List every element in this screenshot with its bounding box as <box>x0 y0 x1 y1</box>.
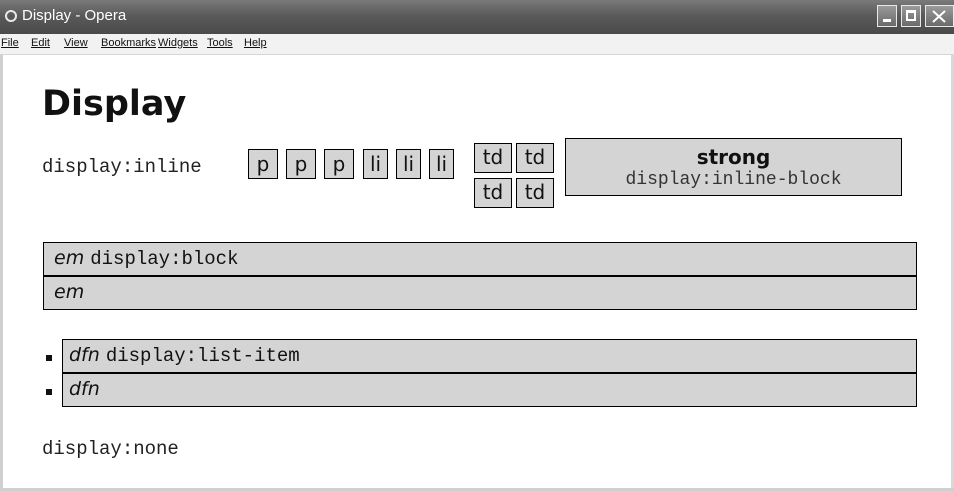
em-tag: em <box>54 247 85 269</box>
strong-label: strong <box>696 145 771 169</box>
inline-block-box: strong display:inline-block <box>565 138 902 196</box>
maximize-button[interactable] <box>901 5 921 27</box>
none-label: display:none <box>42 438 179 460</box>
td-cell: td <box>474 143 512 173</box>
menu-tools[interactable]: Tools <box>207 37 233 49</box>
menu-edit[interactable]: Edit <box>31 37 50 49</box>
li-box: li <box>396 149 421 179</box>
block-label: display:block <box>90 248 239 270</box>
bullet-icon <box>46 389 52 395</box>
p-box: p <box>248 149 278 179</box>
inline-label: display:inline <box>42 156 202 178</box>
li-box: li <box>429 149 454 179</box>
menu-bookmarks[interactable]: Bookmarks <box>101 37 156 49</box>
em-tag: em <box>54 281 85 303</box>
p-box: p <box>286 149 316 179</box>
bullet-icon <box>46 355 52 361</box>
menu-widgets[interactable]: Widgets <box>158 37 198 49</box>
em-block: em <box>43 276 917 310</box>
opera-logo-icon <box>5 10 17 22</box>
menu-view[interactable]: View <box>64 37 88 49</box>
p-box: p <box>324 149 354 179</box>
close-icon <box>932 10 946 23</box>
dfn-list-item: dfn display:list-item <box>62 339 917 373</box>
window-title: Display - Opera <box>22 7 127 24</box>
minimize-button[interactable] <box>877 5 897 27</box>
title-bar: Display - Opera <box>0 0 954 34</box>
menu-bar: File Edit View Bookmarks Widgets Tools H… <box>0 34 954 55</box>
dfn-list-item: dfn <box>62 373 917 407</box>
td-cell: td <box>516 178 554 208</box>
menu-file[interactable]: File <box>1 37 19 49</box>
td-cell: td <box>516 143 554 173</box>
menu-help[interactable]: Help <box>244 37 267 49</box>
close-button[interactable] <box>925 5 954 27</box>
li-box: li <box>363 149 388 179</box>
list-item-label: display:list-item <box>105 345 300 367</box>
dfn-tag: dfn <box>69 378 100 400</box>
dfn-tag: dfn <box>69 344 100 366</box>
em-block: em display:block <box>43 242 917 276</box>
inline-block-label: display:inline-block <box>625 170 842 190</box>
page-heading: Display <box>42 84 187 124</box>
window-left-border <box>0 55 3 491</box>
td-cell: td <box>474 178 512 208</box>
